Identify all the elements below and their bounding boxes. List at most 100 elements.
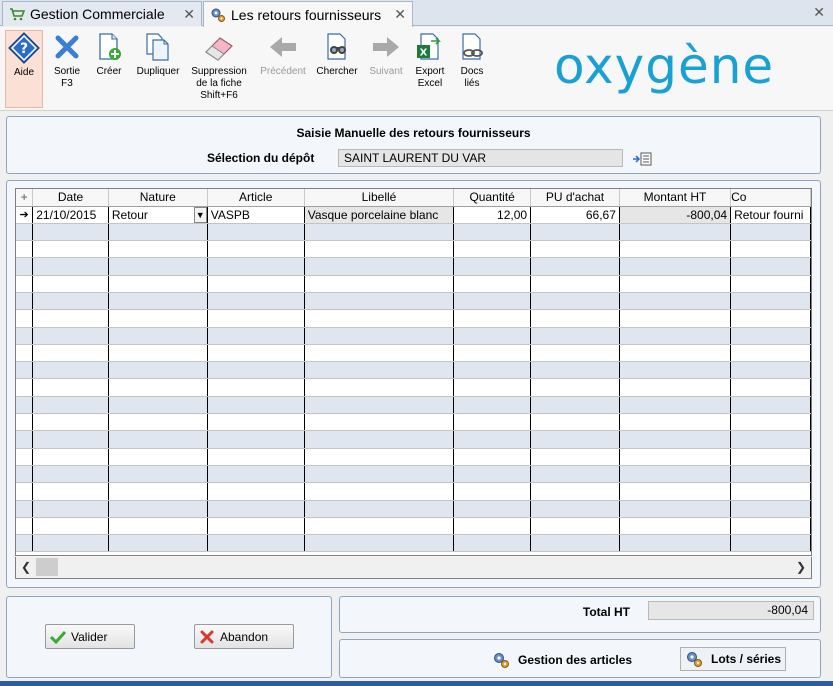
table-cell[interactable]: [730, 517, 811, 536]
table-cell[interactable]: [453, 482, 532, 501]
table-cell[interactable]: [16, 292, 34, 311]
table-cell[interactable]: [16, 448, 34, 466]
gestion-articles-button[interactable]: Gestion des articles: [492, 651, 632, 669]
table-cell[interactable]: [304, 240, 455, 259]
table-cell[interactable]: [32, 448, 109, 466]
table-cell[interactable]: [530, 413, 620, 432]
table-cell[interactable]: [32, 482, 109, 501]
column-header-commentaire[interactable]: Co: [730, 189, 811, 207]
table-cell[interactable]: [730, 430, 811, 449]
table-cell[interactable]: [16, 309, 34, 328]
table-cell[interactable]: [530, 465, 620, 484]
select-list-icon[interactable]: [632, 152, 652, 166]
table-cell[interactable]: [304, 327, 455, 345]
table-cell[interactable]: [32, 292, 109, 311]
table-row[interactable]: [16, 430, 811, 449]
column-header-article[interactable]: Article: [207, 189, 305, 207]
table-cell[interactable]: [32, 327, 109, 345]
table-cell[interactable]: [304, 344, 455, 363]
creer-button[interactable]: Créer: [89, 30, 129, 78]
table-cell[interactable]: [207, 344, 305, 363]
table-cell[interactable]: [207, 534, 305, 553]
table-cell[interactable]: [108, 378, 208, 397]
table-cell[interactable]: [730, 240, 811, 259]
horizontal-scrollbar[interactable]: ❮ ❯: [15, 557, 812, 579]
table-cell[interactable]: [530, 534, 620, 553]
table-cell[interactable]: [304, 378, 455, 397]
tab-gestion-commerciale[interactable]: Gestion Commerciale ✕: [2, 1, 202, 26]
table-row[interactable]: [16, 223, 811, 242]
table-cell[interactable]: [619, 396, 732, 415]
table-cell[interactable]: [453, 327, 532, 345]
table-cell[interactable]: [730, 413, 811, 432]
table-cell[interactable]: [530, 517, 620, 536]
table-cell[interactable]: [453, 465, 532, 484]
cell-article[interactable]: VASPB: [207, 206, 305, 224]
table-cell[interactable]: [530, 361, 620, 380]
table-cell[interactable]: [32, 240, 109, 259]
table-cell[interactable]: [304, 534, 455, 553]
table-cell[interactable]: [32, 396, 109, 415]
table-cell[interactable]: [207, 482, 305, 501]
table-cell[interactable]: [730, 344, 811, 363]
table-cell[interactable]: [619, 275, 732, 293]
table-row[interactable]: [16, 257, 811, 276]
table-cell[interactable]: [453, 378, 532, 397]
table-cell[interactable]: [619, 465, 732, 484]
table-cell[interactable]: [108, 257, 208, 276]
table-cell[interactable]: [619, 361, 732, 380]
table-cell[interactable]: [730, 292, 811, 311]
table-row[interactable]: [16, 413, 811, 432]
aide-button[interactable]: ? Aide: [5, 30, 43, 108]
table-cell[interactable]: [207, 257, 305, 276]
table-cell[interactable]: [16, 344, 34, 363]
table-cell[interactable]: [730, 327, 811, 345]
table-row[interactable]: [16, 327, 811, 345]
table-cell[interactable]: [304, 257, 455, 276]
table-cell[interactable]: [530, 275, 620, 293]
table-cell[interactable]: [304, 223, 455, 242]
table-row[interactable]: [16, 292, 811, 311]
table-cell[interactable]: [453, 223, 532, 242]
table-cell[interactable]: [453, 448, 532, 466]
table-cell[interactable]: [207, 430, 305, 449]
close-icon[interactable]: ✕: [183, 6, 195, 23]
table-cell[interactable]: [16, 534, 34, 553]
window-close-icon[interactable]: ✕: [813, 4, 825, 21]
table-cell[interactable]: [32, 257, 109, 276]
table-cell[interactable]: [207, 292, 305, 311]
column-header-montant-ht[interactable]: Montant HT: [619, 189, 732, 207]
table-cell[interactable]: [108, 413, 208, 432]
table-row[interactable]: [16, 517, 811, 536]
table-cell[interactable]: [108, 223, 208, 242]
table-cell[interactable]: [730, 465, 811, 484]
table-cell[interactable]: [730, 482, 811, 501]
table-cell[interactable]: [453, 275, 532, 293]
table-cell[interactable]: [453, 430, 532, 449]
table-cell[interactable]: [16, 327, 34, 345]
table-cell[interactable]: [304, 275, 455, 293]
export-excel-button[interactable]: X Export Excel: [411, 30, 449, 90]
table-cell[interactable]: [304, 292, 455, 311]
table-cell[interactable]: [32, 223, 109, 242]
column-header-date[interactable]: Date: [32, 189, 109, 207]
docs-lies-button[interactable]: Docs liés: [453, 30, 491, 90]
table-cell[interactable]: [619, 517, 732, 536]
scrollbar-thumb[interactable]: [36, 558, 58, 576]
valider-button[interactable]: Valider: [45, 624, 135, 649]
table-cell[interactable]: [619, 482, 732, 501]
table-cell[interactable]: [207, 378, 305, 397]
add-column-icon[interactable]: +: [16, 189, 34, 207]
table-cell[interactable]: [108, 275, 208, 293]
table-cell[interactable]: [619, 534, 732, 553]
table-cell[interactable]: [530, 327, 620, 345]
table-cell[interactable]: [304, 448, 455, 466]
column-header-nature[interactable]: Nature: [108, 189, 208, 207]
table-cell[interactable]: [730, 275, 811, 293]
dupliquer-button[interactable]: Dupliquer: [133, 30, 183, 78]
table-cell[interactable]: [453, 534, 532, 553]
cell-date[interactable]: 21/10/2015: [32, 205, 109, 224]
table-cell[interactable]: [453, 344, 532, 363]
table-cell[interactable]: [619, 413, 732, 432]
table-row[interactable]: [16, 482, 811, 501]
